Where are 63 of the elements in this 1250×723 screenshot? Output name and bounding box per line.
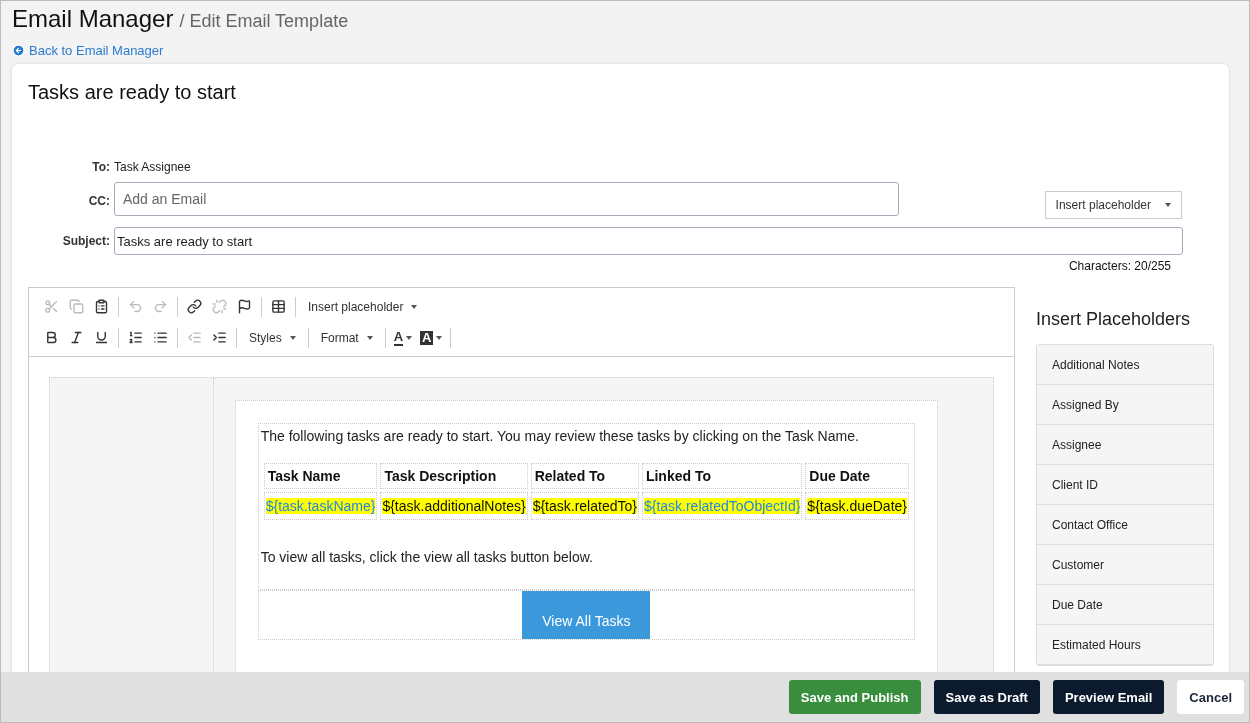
sidebar-title: Insert Placeholders — [1036, 309, 1192, 330]
subject-label: Subject: — [61, 234, 110, 248]
placeholder-item[interactable]: Contact Office — [1037, 505, 1213, 545]
cc-label: CC: — [87, 193, 110, 208]
subject-field[interactable]: Tasks are ready to start — [114, 227, 1183, 255]
placeholder-item[interactable]: Customer — [1037, 545, 1213, 585]
caret-icon — [366, 335, 373, 340]
template-title: Tasks are ready to start — [28, 81, 237, 104]
footer-button[interactable]: Save as Draft — [933, 680, 1040, 714]
column-header: Related To — [530, 463, 639, 489]
unlink-icon — [212, 299, 227, 314]
table-icon — [271, 299, 286, 314]
page-title: Email Manager — [12, 5, 174, 33]
column-header: Task Name — [263, 463, 378, 489]
outdent-icon — [187, 330, 202, 345]
placeholder-item[interactable]: Estimated Hours — [1037, 625, 1213, 665]
toolbar-dropdown[interactable]: Insert placeholder — [300, 295, 426, 318]
cut-icon — [44, 299, 59, 314]
placeholder-item[interactable]: Client ID — [1037, 465, 1213, 505]
bullet-list-icon — [153, 330, 168, 345]
underline-icon — [94, 330, 109, 345]
caret-icon — [411, 304, 418, 309]
back-link[interactable]: Back to Email Manager — [12, 43, 164, 58]
indent-icon — [212, 330, 227, 345]
placeholder-item[interactable]: Additional Notes — [1037, 345, 1213, 385]
paste-icon — [94, 299, 109, 314]
caret-icon — [1165, 203, 1171, 207]
caret-icon — [436, 335, 443, 340]
redo-icon — [153, 299, 168, 314]
link-icon — [187, 299, 202, 314]
placeholder-item[interactable]: Assigned By — [1037, 385, 1213, 425]
placeholder-tag: ${task.relatedTo} — [532, 498, 637, 514]
bold-icon — [44, 330, 59, 345]
column-header: Linked To — [641, 463, 803, 489]
to-value: Task Assignee — [114, 160, 192, 174]
footer-button[interactable]: Save and Publish — [788, 680, 921, 714]
toolbar-dropdown[interactable]: Format — [312, 326, 381, 349]
outro-text: To view all tasks, click the view all tasks button below. — [259, 548, 594, 567]
background-color-button[interactable]: A — [416, 326, 447, 349]
copy-icon — [69, 299, 84, 314]
numbered-list-icon — [128, 330, 143, 345]
footer-button[interactable]: Preview Email — [1052, 680, 1165, 714]
caret-icon — [289, 335, 296, 340]
text-color-button[interactable]: A — [389, 326, 417, 349]
cc-field[interactable]: Add an Email — [114, 182, 899, 216]
flag-icon — [237, 299, 252, 314]
intro-text: The following tasks are ready to start. You may review these tasks by clicking on the Task Name. — [259, 427, 860, 446]
placeholder-item[interactable]: Assignee — [1037, 425, 1213, 465]
toolbar-dropdown[interactable]: Styles — [241, 326, 304, 349]
italic-icon — [69, 330, 84, 345]
insert-placeholder-dropdown[interactable]: Insert placeholder — [1044, 191, 1182, 219]
placeholder-tag: ${task.dueDate} — [807, 498, 907, 514]
to-label: To: — [91, 160, 110, 174]
undo-icon — [128, 299, 143, 314]
character-count: Characters: 20/255 — [1067, 259, 1172, 273]
caret-icon — [406, 335, 413, 340]
placeholder-tag: ${task.additionalNotes} — [382, 498, 526, 514]
back-icon — [12, 44, 25, 57]
column-header: Due Date — [805, 463, 909, 489]
column-header: Task Description — [380, 463, 528, 489]
page-subtitle: / Edit Email Template — [179, 11, 349, 32]
placeholder-item[interactable]: Due Date — [1037, 585, 1213, 625]
footer-button[interactable]: Cancel — [1177, 680, 1244, 714]
